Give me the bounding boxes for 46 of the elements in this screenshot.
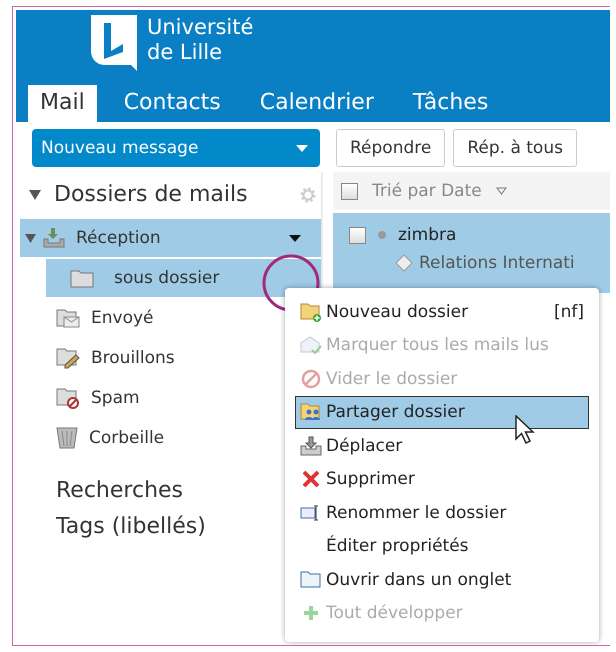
caret-icon: [296, 144, 308, 152]
folder-pencil-icon: [56, 347, 80, 369]
checkbox[interactable]: [349, 226, 366, 244]
message-sender: zimbra: [398, 225, 456, 245]
menu-item[interactable]: Éditer propriétés: [295, 530, 589, 563]
blocked-icon: [301, 368, 321, 389]
menu-item[interactable]: Partager dossier: [295, 396, 589, 429]
folder-envelope-icon: [56, 308, 80, 328]
new-message-dropdown[interactable]: Nouveau message: [32, 129, 320, 167]
inbox-icon: [43, 228, 65, 248]
mouse-pointer-icon: [515, 415, 535, 445]
unread-dot-icon: [378, 231, 386, 239]
sort-triangle-icon[interactable]: [496, 187, 507, 195]
shield-logo-icon: [91, 15, 137, 71]
envelope-check-icon: [300, 335, 322, 356]
app-tab[interactable]: Tâches: [400, 85, 500, 122]
university-name: Université: [147, 15, 254, 40]
app-tab[interactable]: Calendrier: [248, 85, 386, 122]
caret-icon[interactable]: [289, 234, 301, 242]
university-name: de Lille: [147, 40, 224, 65]
tray-arrow-icon: [300, 436, 322, 456]
sidebar-section[interactable]: Recherches: [56, 478, 184, 503]
delete-icon: [301, 469, 321, 490]
checkbox[interactable]: [341, 182, 358, 200]
toolbar-button[interactable]: Répondre: [336, 129, 446, 167]
new-folder-icon: [300, 302, 322, 322]
app-tab[interactable]: Mail: [28, 85, 97, 122]
sidebar-section[interactable]: Tags (libellés): [56, 514, 206, 539]
app-tab[interactable]: Contacts: [112, 85, 233, 122]
toolbar-button[interactable]: Rép. à tous: [453, 129, 577, 167]
expand-triangle-icon[interactable]: [25, 234, 36, 242]
folder-blocked-icon: [56, 387, 80, 409]
plus-icon: [302, 604, 320, 622]
message-subject: Relations Internati: [419, 253, 575, 273]
diamond-icon: [395, 254, 413, 272]
folder-icon: [70, 268, 94, 288]
menu-item[interactable]: Renommer le dossier: [295, 496, 589, 530]
menu-item[interactable]: Supprimer: [295, 462, 589, 496]
folder-icon: [300, 570, 322, 590]
folders-heading: Dossiers de mails: [54, 182, 248, 207]
folder-item[interactable]: sous dossier: [46, 259, 321, 297]
menu-item[interactable]: Ouvrir dans un onglet: [295, 563, 589, 596]
message-row[interactable]: zimbra Relations Internati: [333, 213, 610, 293]
trash-icon: [56, 427, 78, 449]
shared-folder-icon: [300, 402, 322, 422]
folder-item[interactable]: Réception: [20, 219, 321, 257]
